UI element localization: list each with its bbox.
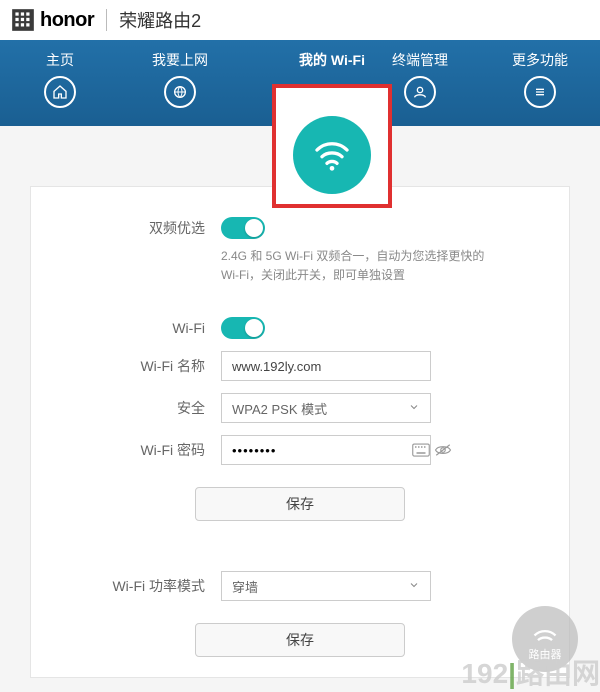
globe-icon	[164, 76, 196, 108]
ssid-input[interactable]	[221, 351, 431, 381]
security-label: 安全	[91, 398, 221, 418]
main-nav: 主页 我要上网 x 终端管理 更多功能 我的 Wi-Fi	[0, 40, 600, 126]
title-bar: honor 荣耀路由2	[0, 0, 600, 40]
content-area: 双频优选 2.4G 和 5G Wi-Fi 双频合一，自动为您选择更快的 Wi-F…	[0, 126, 600, 692]
chevron-down-icon	[408, 401, 420, 416]
nav-internet[interactable]: 我要上网	[120, 50, 240, 108]
nav-more-label: 更多功能	[512, 50, 568, 70]
nav-wifi-active[interactable]	[272, 84, 392, 208]
dual-band-toggle[interactable]	[221, 217, 265, 239]
password-label: Wi-Fi 密码	[91, 440, 221, 460]
dual-band-hint1: 2.4G 和 5G Wi-Fi 双频合一，自动为您选择更快的	[221, 247, 509, 266]
wifi-toggle[interactable]	[221, 317, 265, 339]
power-mode-select[interactable]: 穿墙	[221, 571, 431, 601]
chevron-down-icon	[408, 579, 420, 594]
nav-home-label: 主页	[46, 50, 74, 70]
nav-home[interactable]: 主页	[0, 50, 120, 108]
product-name: 荣耀路由2	[119, 7, 201, 33]
security-select[interactable]: WPA2 PSK 模式	[221, 393, 431, 423]
eye-off-icon[interactable]	[434, 441, 452, 459]
divider	[106, 9, 107, 31]
security-value: WPA2 PSK 模式	[232, 399, 327, 418]
home-icon	[44, 76, 76, 108]
nav-more[interactable]: 更多功能	[480, 50, 600, 108]
save-button-2[interactable]: 保存	[195, 623, 405, 657]
menu-icon	[524, 76, 556, 108]
wifi-switch-label: Wi-Fi	[91, 320, 221, 336]
password-input[interactable]	[232, 443, 408, 458]
power-mode-label: Wi-Fi 功率模式	[91, 576, 221, 596]
nav-clients-label: 终端管理	[392, 50, 448, 70]
save-button-1[interactable]: 保存	[195, 487, 405, 521]
dual-band-label: 双频优选	[91, 218, 221, 238]
wifi-icon	[293, 116, 371, 194]
honor-logo-icon	[10, 7, 36, 33]
power-mode-value: 穿墙	[232, 577, 258, 596]
nav-internet-label: 我要上网	[152, 50, 208, 70]
keyboard-icon[interactable]	[412, 441, 430, 459]
brand-text: honor	[40, 9, 94, 32]
settings-card: 双频优选 2.4G 和 5G Wi-Fi 双频合一，自动为您选择更快的 Wi-F…	[30, 186, 570, 678]
ssid-label: Wi-Fi 名称	[91, 356, 221, 376]
dual-band-hint2: Wi-Fi，关闭此开关，即可单独设置	[221, 266, 509, 285]
user-icon	[404, 76, 436, 108]
